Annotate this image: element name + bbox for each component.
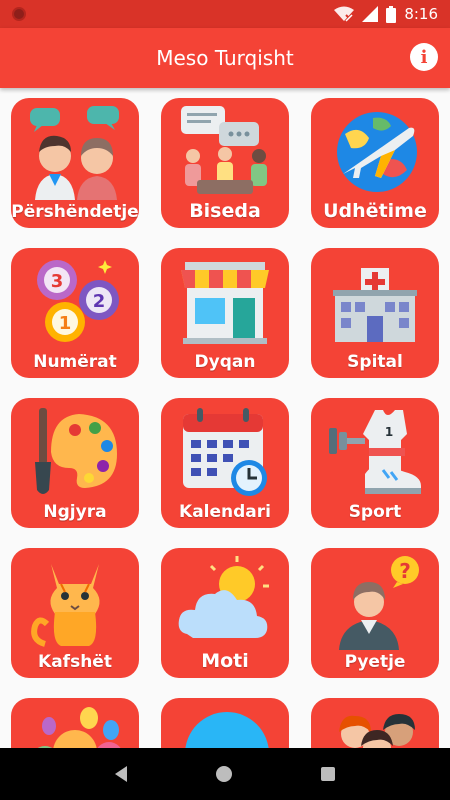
numbers-balloons-icon: 3 2 1: [37, 260, 119, 342]
calendar-icon: [183, 408, 267, 496]
tile-conversation[interactable]: Biseda: [161, 98, 289, 228]
tile-label: Dyqan: [194, 352, 256, 372]
tile-weather[interactable]: Moti: [161, 548, 289, 678]
tile-family[interactable]: [311, 698, 439, 748]
paint-palette-icon: [35, 408, 117, 494]
tile-sport[interactable]: 1 Sport: [311, 398, 439, 528]
svg-text:1: 1: [385, 425, 393, 439]
record-icon: [12, 7, 26, 21]
status-time: 8:16: [404, 5, 438, 23]
tile-label: Udhëtime: [323, 200, 427, 222]
navigation-bar: [0, 748, 450, 800]
category-list[interactable]: Përshëndetje Biseda Udhëtime 3 2 1 Numër…: [0, 88, 450, 748]
tile-chat[interactable]: [161, 698, 289, 748]
travel-plane-icon: [337, 112, 417, 192]
svg-text:3: 3: [51, 271, 64, 292]
home-icon[interactable]: [215, 766, 232, 782]
tile-label: Spital: [347, 352, 403, 372]
conversation-icon: [181, 106, 267, 194]
tile-numbers[interactable]: 3 2 1 Numërat: [11, 248, 139, 378]
wifi-off-icon: [334, 6, 355, 22]
chat-bubble-icon: [185, 712, 269, 748]
info-button[interactable]: i: [410, 43, 438, 71]
tile-shop[interactable]: Dyqan: [161, 248, 289, 378]
tile-travel[interactable]: Udhëtime: [311, 98, 439, 228]
question-person-icon: ?: [339, 556, 419, 650]
tile-label: Sport: [348, 502, 402, 522]
shop-icon: [181, 262, 269, 344]
party-balloons-icon: [37, 707, 121, 748]
greeting-people-icon: [30, 106, 119, 200]
cat-icon: [31, 564, 100, 647]
back-icon[interactable]: [114, 766, 127, 782]
tile-label: Kafshët: [38, 652, 112, 672]
sport-icon: 1: [329, 410, 421, 494]
hospital-icon: [333, 268, 417, 342]
tile-label: Ngjyra: [43, 502, 107, 522]
signal-icon: [362, 6, 379, 22]
status-bar: 8:16: [0, 0, 450, 28]
app-title: Meso Turqisht: [156, 46, 294, 70]
svg-text:1: 1: [59, 313, 72, 334]
weather-icon: [178, 556, 269, 638]
tile-label: Numërat: [33, 352, 117, 372]
family-icon: [339, 714, 415, 748]
info-icon: i: [420, 46, 428, 68]
tile-label: Përshëndetje: [11, 202, 139, 222]
tile-label: Moti: [201, 650, 249, 672]
recents-icon[interactable]: [321, 767, 336, 781]
app-bar: Meso Turqisht i: [0, 28, 450, 88]
tile-greetings[interactable]: Përshëndetje: [11, 98, 139, 228]
battery-icon: [386, 5, 397, 23]
tile-hospital[interactable]: Spital: [311, 248, 439, 378]
tile-celebration[interactable]: [11, 698, 139, 748]
tile-questions[interactable]: ? Pyetje: [311, 548, 439, 678]
svg-text:2: 2: [93, 291, 106, 312]
tile-animals[interactable]: Kafshët: [11, 548, 139, 678]
tile-label: Biseda: [189, 200, 261, 222]
tile-label: Pyetje: [344, 652, 406, 672]
tile-calendar[interactable]: Kalendari: [161, 398, 289, 528]
tile-colors[interactable]: Ngjyra: [11, 398, 139, 528]
svg-text:?: ?: [399, 559, 411, 583]
tile-label: Kalendari: [179, 502, 271, 522]
